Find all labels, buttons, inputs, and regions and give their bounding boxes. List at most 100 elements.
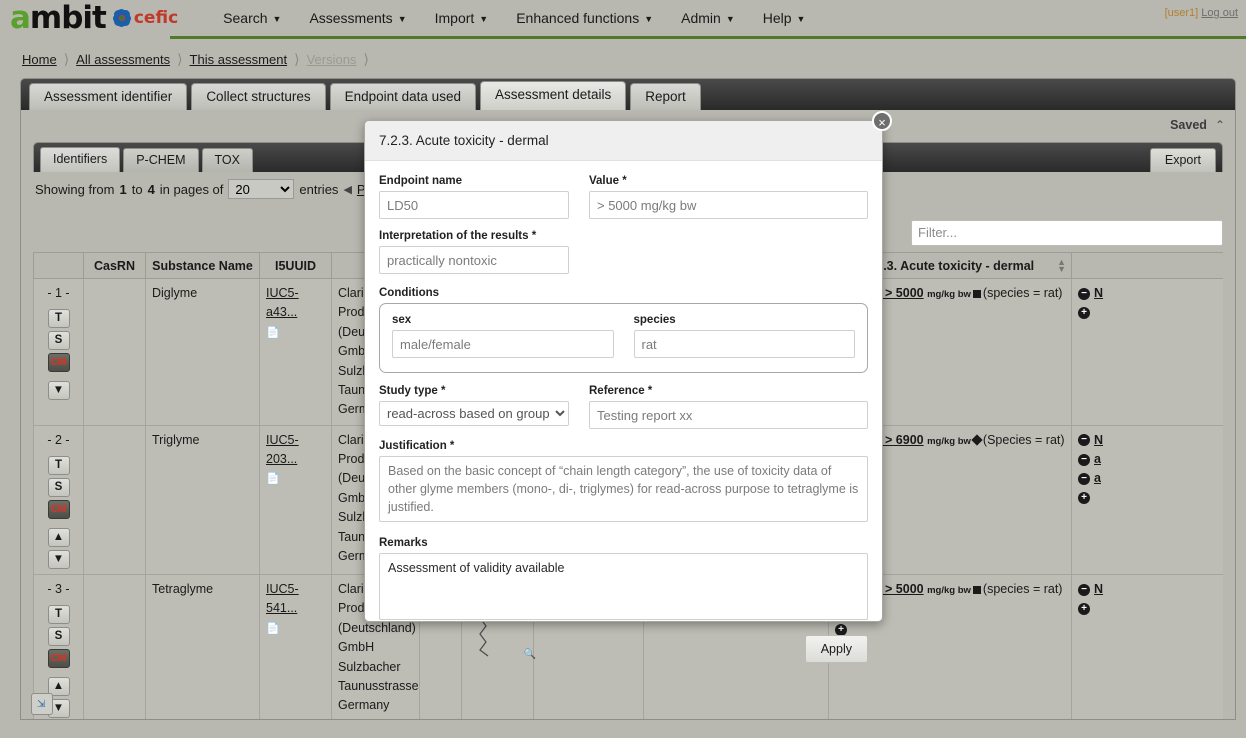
apply-button[interactable]: Apply [804,634,868,663]
field-remarks: Remarks Assessment of validity available [379,537,868,622]
tab-assessment-details[interactable]: Assessment details [479,81,627,110]
nav-label: Assessments [309,10,393,26]
field-sex: sex [392,314,614,358]
logout-link[interactable]: Log out [1201,7,1238,19]
column-label: CasRN [94,258,135,273]
sex-input[interactable] [392,330,614,358]
row-button-s[interactable]: S [47,331,70,351]
row-button-s[interactable]: S [47,478,70,497]
remove-icon[interactable]: − [1078,473,1090,486]
last-value-link[interactable]: N [1094,433,1103,447]
conditions-row: sex species [392,314,855,358]
remove-icon[interactable]: − [1078,453,1090,466]
app-logo[interactable]: a mbit cefic [0,2,178,34]
remarks-textarea[interactable]: Assessment of validity available [379,553,868,620]
reference-input[interactable] [589,401,868,429]
tab-endpoint-data-used[interactable]: Endpoint data used [329,83,476,110]
breadcrumb-item-all-assessments[interactable]: All assessments [76,52,170,67]
sub-tab-identifiers[interactable]: Identifiers [40,147,121,172]
last-value-link[interactable]: a [1094,471,1101,485]
cell-i5uuid: IUC5-a43... 📄 [259,278,332,426]
breadcrumb-item-home[interactable]: Home [22,52,57,67]
nav-item-enhanced-functions[interactable]: Enhanced functions ▼ [503,4,666,32]
column-header-substance-name[interactable]: Substance Name [145,252,260,279]
paging-suffix: in pages of [159,181,224,197]
nav-item-help[interactable]: Help ▼ [750,4,819,32]
paging-mid: to [131,181,143,197]
study-type-select[interactable]: read-across based on grouping of [379,401,569,426]
tab-collect-structures[interactable]: Collect structures [191,83,326,110]
chevron-down-icon: ▼ [397,14,407,24]
last-value-link[interactable]: N [1094,582,1103,596]
species-input[interactable] [633,330,855,358]
row-move-down-button[interactable]: ▼ [47,381,70,401]
square-marker-icon [972,289,981,298]
row-button-t[interactable]: T [47,309,70,329]
conditions-group: sex species [379,303,868,373]
copy-icon[interactable]: 📄 [266,471,280,488]
add-icon[interactable]: + [1078,307,1090,320]
cell-substance-name: Diglyme [145,278,260,426]
page-size-select[interactable]: 20 [228,179,295,199]
i5uuid-link[interactable]: IUC5-203... [266,431,325,470]
tab-assessment-identifier[interactable]: Assessment identifier [29,83,188,110]
row-button-cm[interactable]: CM [47,353,70,373]
cell-substance-name: Tetraglyme [145,574,260,719]
field-reference: Reference * [589,385,868,429]
column-header-i5uuid[interactable]: I5UUID [259,252,332,279]
chevron-down-icon: ▼ [644,14,654,24]
row-button-t[interactable]: T [47,605,70,625]
tab-report[interactable]: Report [630,83,701,110]
row-index-label: - 3 - [47,582,70,596]
row-move-up-button[interactable]: ▲ [47,528,70,547]
cell-i5uuid: IUC5-203... 📄 [259,424,332,576]
field-interpretation: Interpretation of the results * [379,230,868,274]
column-label: I5UUID [275,258,316,273]
last-value-link[interactable]: a [1094,452,1101,466]
row-index-label: - 2 - [47,432,70,447]
sort-icon[interactable]: ▲▼ [1057,257,1066,273]
add-icon[interactable]: + [1078,603,1090,616]
main-navigation: Search ▼ Assessments ▼ Import ▼ Enhanced fu… [210,4,818,32]
copy-icon[interactable]: 📄 [266,621,280,638]
saved-status-label: Saved [1170,118,1207,132]
sub-tab-pchem[interactable]: P-CHEM [123,148,199,172]
row-button-s[interactable]: S [47,627,70,647]
remove-icon[interactable]: − [1078,287,1090,300]
filter-input[interactable]: Filter... [911,220,1223,246]
copy-icon[interactable]: 📄 [266,325,280,342]
value-input[interactable] [589,191,868,219]
last-value-link[interactable]: N [1094,286,1103,300]
field-justification: Justification * Based on the basic conce… [379,440,868,525]
breadcrumb-item-versions[interactable]: Versions [307,52,357,67]
nav-item-assessments[interactable]: Assessments ▼ [296,4,419,32]
remove-icon[interactable]: − [1078,583,1090,596]
add-icon[interactable]: + [1078,492,1090,505]
row-move-down-button[interactable]: ▼ [47,550,70,569]
remarks-label: Remarks [379,537,428,550]
field-value: Value * [589,175,868,219]
column-header-casrn[interactable]: CasRN [83,252,146,279]
remove-icon[interactable]: − [1078,434,1090,447]
row-button-t[interactable]: T [47,456,70,475]
endpoint-name-input[interactable] [379,191,569,219]
nav-label: Enhanced functions [516,10,640,26]
collapse-chevron-icon[interactable]: ⌃ [1215,118,1225,132]
row-study-reference: Study type * read-across based on groupi… [379,385,868,429]
export-button[interactable]: Export [1149,148,1216,172]
justification-textarea[interactable]: Based on the basic concept of “chain len… [379,456,868,523]
interpretation-input[interactable] [379,246,569,274]
sub-tab-tox[interactable]: TOX [201,148,253,172]
previous-arrow-icon[interactable]: ◀ [343,183,351,196]
nav-item-import[interactable]: Import ▼ [422,4,502,32]
breadcrumb-item-this-assessment[interactable]: This assessment [190,52,288,67]
i5uuid-link[interactable]: IUC5-a43... [266,284,325,323]
chevron-down-icon: ▼ [725,14,735,24]
nav-item-search[interactable]: Search ▼ [210,4,294,32]
i5uuid-link[interactable]: IUC5-541... [266,580,325,619]
close-icon[interactable]: × [872,111,892,131]
nav-item-admin[interactable]: Admin ▼ [668,4,748,32]
resize-handle[interactable]: ⇲ [31,693,53,715]
row-button-cm[interactable]: CM [47,649,70,669]
row-button-cm[interactable]: CM [47,500,70,519]
